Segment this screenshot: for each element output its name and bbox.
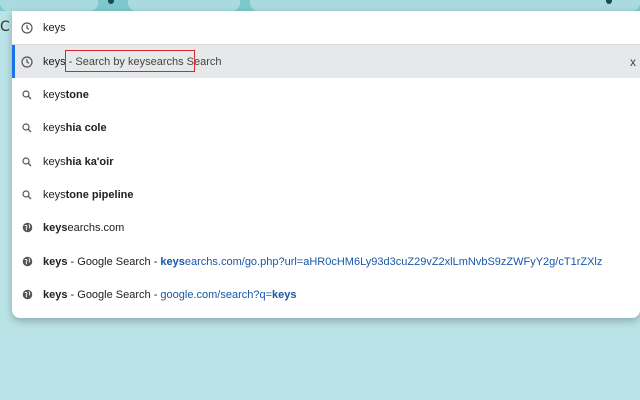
tab-1[interactable] [0,0,98,11]
suggestion-match: keys [43,221,68,234]
remove-suggestion-button[interactable]: x [630,55,636,69]
omnibox-input-row[interactable]: keys [12,11,640,44]
suggestion-url-rest: google.com/search?q= [160,288,273,301]
suggestion-match: keys [43,121,66,134]
suggestion-match: keys [43,155,66,168]
tab-2[interactable] [128,0,240,11]
suggestion-url-match: keys [160,255,185,268]
suggestion-url-match: keys [272,288,297,301]
reload-glyph: C [0,19,10,35]
tab-3[interactable] [250,0,640,11]
search-icon [21,122,33,134]
suggestion-url-rest: earchs.com/go.php?url=aHR0cHM6Ly93d3cuZ2… [184,255,603,268]
suggestion-title: keys [43,288,68,301]
tab-audio-indicator-icon [108,0,114,4]
suggestion-rest: tone [65,88,89,101]
search-icon [21,189,33,201]
search-icon [21,89,33,101]
suggestion-rest: hia ka'oir [65,155,114,168]
omnibox-dropdown: keys keys - Search by keysearchs Search … [12,11,640,318]
suggestion-row-url[interactable]: keys - Google Search - keysearchs.com/go… [12,245,640,278]
suggestion-row-url[interactable]: keysearchs.com [12,211,640,244]
suggestion-title: keys [43,255,68,268]
tab-strip [0,0,640,11]
suggestion-rest: hia cole [65,121,107,134]
highlight-box [65,50,195,72]
omnibox-input[interactable]: keys [43,22,66,34]
globe-icon [21,289,33,301]
reload-icon[interactable]: C [0,16,10,38]
suggestion-row[interactable]: keyshia cole [12,111,640,144]
keyword-text: keys [43,55,66,68]
suggestion-match: keys [43,188,66,201]
history-clock-icon [21,55,33,68]
suggestion-separator: - Google Search - [67,255,161,268]
selection-indicator [12,45,15,78]
suggestion-match: keys [43,88,66,101]
suggestion-row[interactable]: keyshia ka'oir [12,145,640,178]
globe-icon [21,222,33,234]
suggestion-rest: tone pipeline [65,188,134,201]
suggestion-row[interactable]: keystone [12,78,640,111]
search-icon [21,156,33,168]
suggestion-row-url[interactable]: keys - Google Search - google.com/search… [12,278,640,311]
globe-icon [21,256,33,268]
history-clock-icon [21,21,33,34]
suggestion-separator: - Google Search - [67,288,161,301]
suggestion-rest: earchs.com [67,221,125,234]
suggestion-row[interactable]: keystone pipeline [12,178,640,211]
